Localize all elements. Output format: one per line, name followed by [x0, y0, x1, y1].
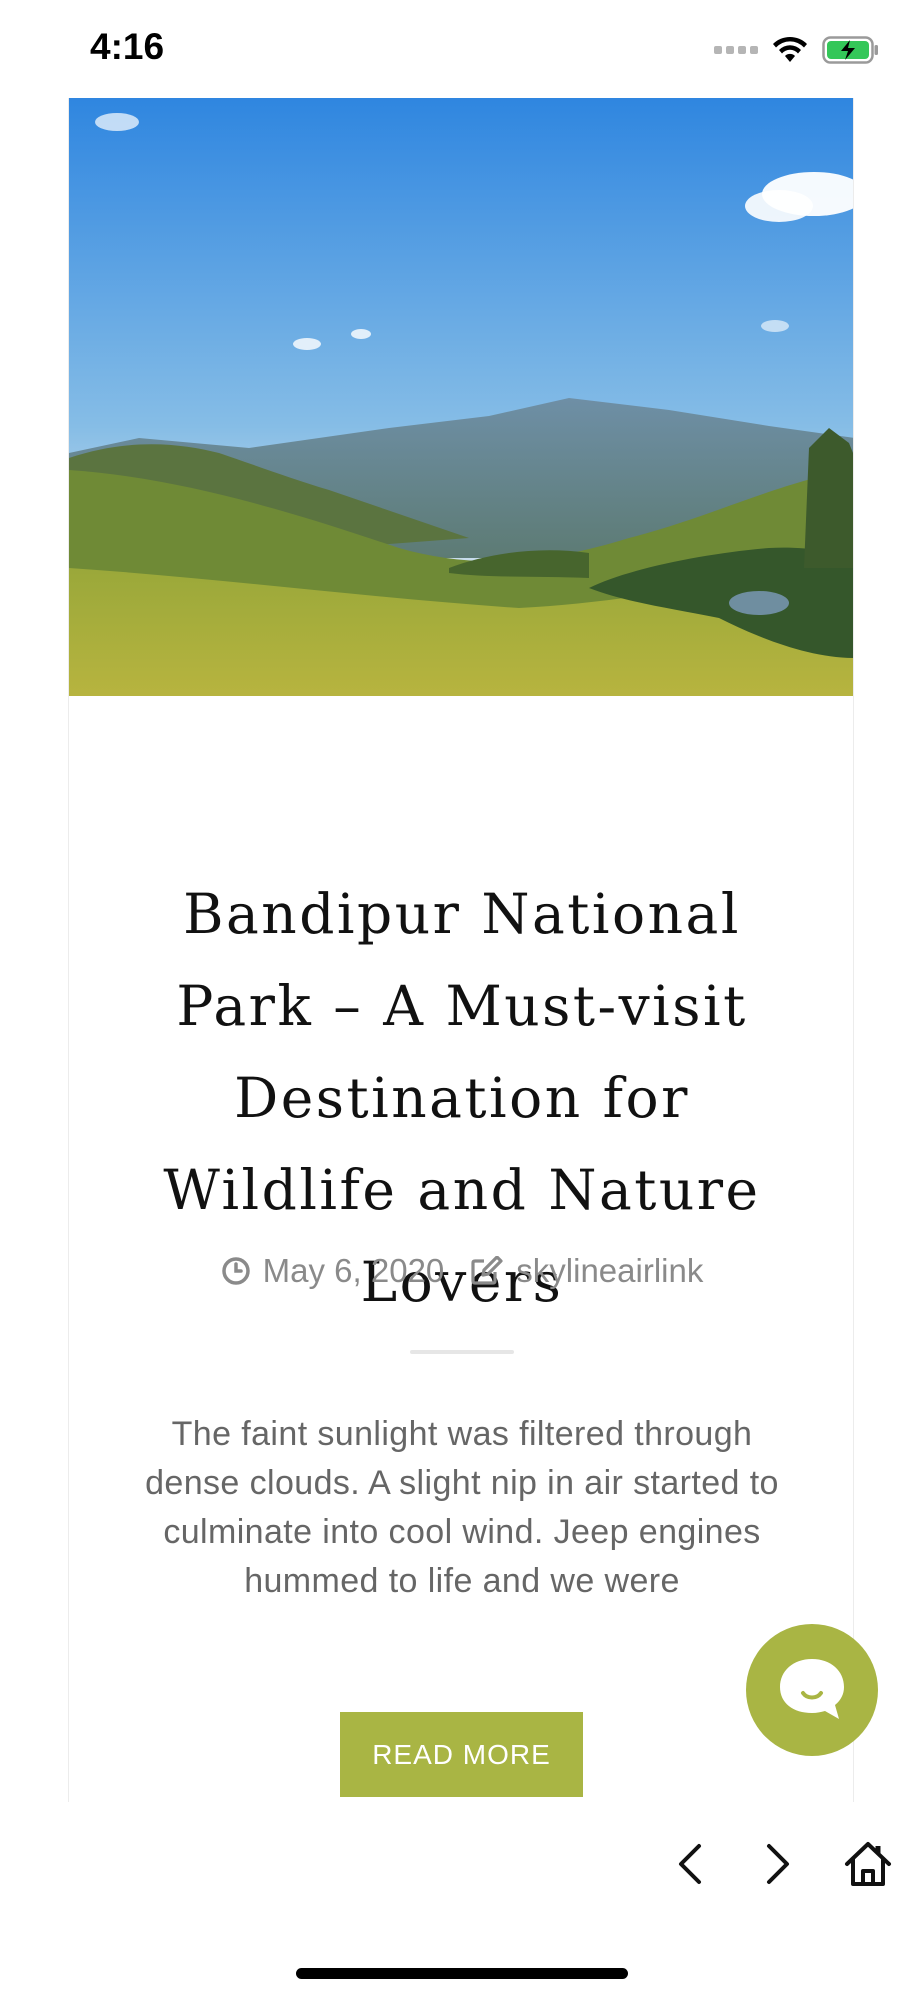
edit-icon: [471, 1256, 503, 1285]
status-icons: [714, 32, 880, 68]
battery-charging-icon: [822, 36, 878, 64]
chat-button[interactable]: [746, 1624, 878, 1756]
cellular-signal-icon: [714, 46, 758, 54]
meta-divider: [410, 1350, 514, 1354]
forward-button[interactable]: [748, 1834, 808, 1894]
post-meta: May 6, 2020 skylineairlink: [0, 1252, 924, 1290]
back-button[interactable]: [660, 1834, 720, 1894]
post-author[interactable]: skylineairlink: [470, 1252, 703, 1290]
post-date-label: May 6, 2020: [262, 1252, 445, 1289]
post-date[interactable]: May 6, 2020: [221, 1252, 445, 1290]
post-excerpt: The faint sunlight was filtered through …: [145, 1415, 779, 1600]
home-button[interactable]: [838, 1834, 898, 1894]
clock-icon: [221, 1257, 250, 1285]
home-indicator[interactable]: [296, 1968, 628, 1979]
featured-image[interactable]: [69, 98, 854, 696]
chevron-right-icon: [767, 1844, 789, 1884]
post-author-label: skylineairlink: [516, 1252, 704, 1289]
status-time: 4:16: [90, 26, 165, 67]
chevron-left-icon: [679, 1844, 701, 1884]
chat-bubble-icon: [780, 1659, 844, 1719]
home-icon: [845, 1842, 891, 1886]
wifi-icon: [773, 36, 807, 62]
status-bar: 4:16: [0, 0, 924, 98]
read-more-button[interactable]: READ MORE: [340, 1712, 583, 1797]
